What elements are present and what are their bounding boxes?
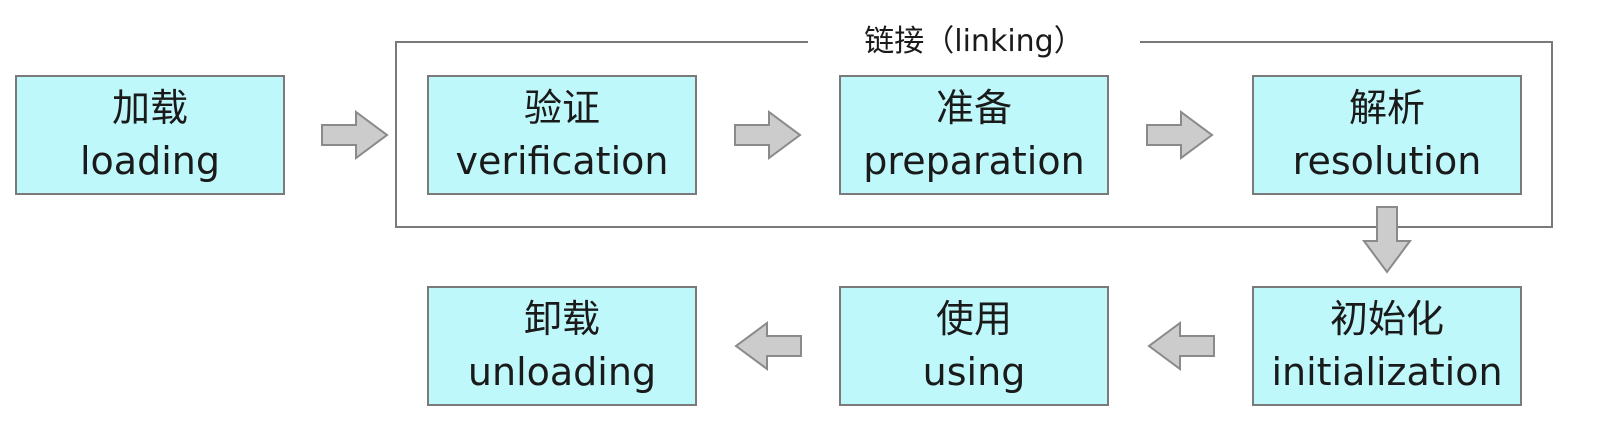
stage-resolution: 解析 resolution: [1252, 75, 1522, 195]
stage-loading-zh: 加载: [111, 86, 188, 130]
stage-loading-en: loading: [80, 139, 220, 183]
stage-initialization-zh: 初始化: [1329, 297, 1444, 341]
stage-resolution-zh: 解析: [1348, 86, 1425, 130]
arrow-down-icon: [1362, 205, 1412, 275]
stage-initialization: 初始化 initialization: [1252, 286, 1522, 406]
stage-preparation-zh: 准备: [935, 86, 1012, 130]
stage-using-zh: 使用: [935, 297, 1012, 341]
stage-using-en: using: [922, 350, 1026, 394]
stage-preparation: 准备 preparation: [839, 75, 1109, 195]
arrow-left-icon: [733, 321, 803, 371]
stage-unloading: 卸载 unloading: [427, 286, 697, 406]
stage-unloading-zh: 卸载: [523, 297, 600, 341]
arrow-right-icon: [320, 110, 390, 160]
stage-verification-en: verification: [455, 139, 669, 183]
stage-initialization-en: initialization: [1271, 350, 1503, 394]
linking-group-label: 链接（linking）: [808, 22, 1140, 62]
arrow-right-icon: [733, 110, 803, 160]
stage-verification: 验证 verification: [427, 75, 697, 195]
stage-preparation-en: preparation: [863, 139, 1085, 183]
arrow-left-icon: [1146, 321, 1216, 371]
stage-using: 使用 using: [839, 286, 1109, 406]
arrow-right-icon: [1145, 110, 1215, 160]
stage-verification-zh: 验证: [523, 86, 600, 130]
stage-resolution-en: resolution: [1292, 139, 1482, 183]
stage-loading: 加载 loading: [15, 75, 285, 195]
stage-unloading-en: unloading: [467, 350, 657, 394]
